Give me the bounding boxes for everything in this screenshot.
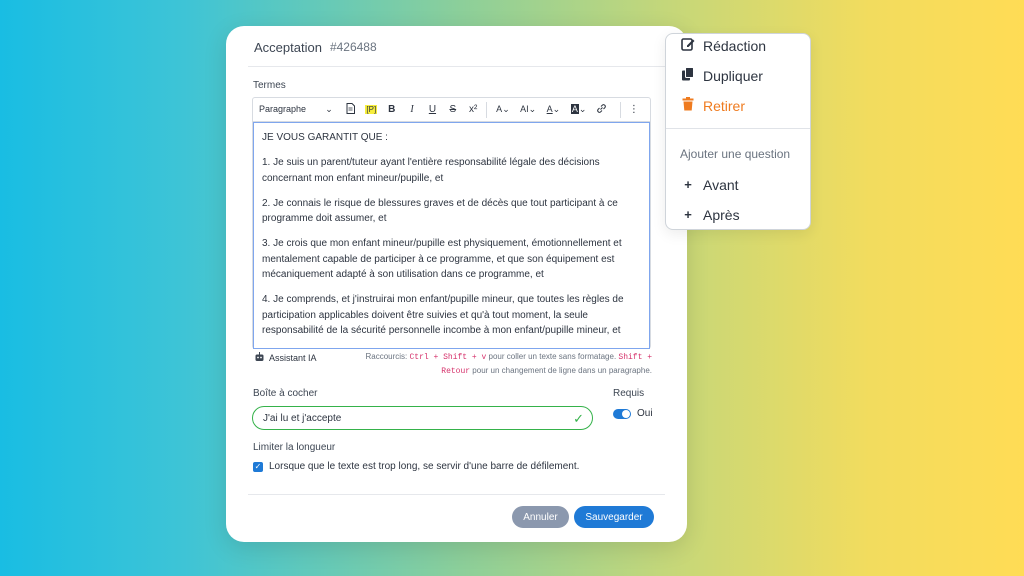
required-value: Oui <box>637 408 653 419</box>
header-divider <box>248 66 687 67</box>
footer-divider <box>248 494 665 495</box>
terms-label: Termes <box>253 80 286 91</box>
menu-item-add-after[interactable]: + Après <box>681 207 740 223</box>
menu-section-title: Ajouter une question <box>680 147 791 161</box>
toolbar-divider <box>619 101 621 118</box>
menu-item-after-label: Après <box>703 207 740 223</box>
menu-item-add-before[interactable]: + Avant <box>681 177 739 193</box>
placeholder-token-label: [P] <box>365 105 378 114</box>
shortcut-hint: Raccourcis: Ctrl + Shift + v pour coller… <box>352 350 652 378</box>
edit-icon <box>681 37 695 54</box>
menu-item-edit[interactable]: Rédaction <box>681 37 766 54</box>
shortcut-prefix: Raccourcis: <box>365 352 410 361</box>
plus-icon: + <box>684 177 692 192</box>
save-button[interactable]: Sauvegarder <box>574 506 654 528</box>
copy-icon <box>681 67 695 84</box>
content-paragraph: JE VOUS GARANTIT QUE : <box>262 132 388 143</box>
font-family-label: AI <box>520 104 529 114</box>
checkbox-text-value: J'ai lu et j'accepte <box>263 412 342 424</box>
checkbox-label: Boîte à cocher <box>253 388 318 399</box>
background-color-button[interactable]: A⌄ <box>566 104 591 115</box>
checkbox-text-input[interactable]: J'ai lu et j'accepte ✓ <box>252 406 593 430</box>
shortcut-mid: pour coller un texte sans formatage. <box>486 352 619 361</box>
rich-text-editor: Paragraphe ⌄ [P] B I U S x² A⌄ AI⌄ A⌄ A⌄… <box>252 97 651 349</box>
more-options-button[interactable]: ⋮ <box>624 104 644 115</box>
limit-option: ✓ Lorsque que le texte est trop long, se… <box>253 461 579 472</box>
check-icon: ✓ <box>573 411 584 426</box>
menu-item-remove-label: Retirer <box>703 97 746 114</box>
question-card: Acceptation #426488 Termes Paragraphe ⌄ … <box>226 26 687 542</box>
required-toggle[interactable] <box>613 408 631 419</box>
plus-icon: + <box>684 207 692 222</box>
content-paragraph: 4. Je comprends, et j'instruirai mon enf… <box>262 294 624 336</box>
italic-button[interactable]: I <box>402 104 422 115</box>
background-color-label: A <box>570 104 579 114</box>
cancel-button[interactable]: Annuler <box>512 506 569 528</box>
font-size-label: A <box>496 104 503 114</box>
card-header: Acceptation #426488 <box>226 26 687 68</box>
menu-item-duplicate-label: Dupliquer <box>703 67 763 84</box>
strikethrough-button[interactable]: S <box>443 104 463 115</box>
shortcut-suffix: pour un changement de ligne dans un para… <box>470 366 652 375</box>
content-paragraph: 2. Je connais le risque de blessures gra… <box>262 197 618 225</box>
trash-icon <box>681 97 695 114</box>
menu-item-remove[interactable]: Retirer <box>681 97 745 114</box>
ai-assistant-button[interactable]: Assistant IA <box>254 352 317 364</box>
chevron-down-icon: ⌄ <box>325 104 333 114</box>
font-family-button[interactable]: AI⌄ <box>516 104 541 115</box>
editor-toolbar: Paragraphe ⌄ [P] B I U S x² A⌄ AI⌄ A⌄ A⌄… <box>253 98 650 122</box>
superscript-button[interactable]: x² <box>463 104 483 115</box>
shortcut-code-paste: Ctrl + Shift + v <box>409 353 487 362</box>
required-toggle-group: Oui <box>613 408 653 419</box>
limit-label: Limiter la longueur <box>253 442 336 453</box>
text-color-button[interactable]: A⌄ <box>541 104 566 115</box>
content-paragraph: 3. Je crois que mon enfant mineur/pupill… <box>262 238 622 280</box>
paragraph-select[interactable]: Paragraphe ⌄ <box>259 104 341 115</box>
underline-button[interactable]: U <box>422 104 442 115</box>
scroll-option-label: Lorsque que le texte est trop long, se s… <box>269 461 580 472</box>
bold-button[interactable]: B <box>382 104 402 115</box>
document-icon[interactable] <box>341 102 361 117</box>
ai-assistant-label: Assistant IA <box>269 353 317 363</box>
font-size-button[interactable]: A⌄ <box>490 104 515 115</box>
toolbar-divider <box>486 101 488 118</box>
menu-item-edit-label: Rédaction <box>703 37 767 54</box>
paragraph-select-label: Paragraphe <box>259 104 307 114</box>
menu-item-before-label: Avant <box>703 177 739 193</box>
card-title: Acceptation <box>254 39 322 55</box>
editor-content[interactable]: JE VOUS GARANTIT QUE : 1. Je suis un par… <box>253 122 650 349</box>
link-icon[interactable] <box>591 103 611 117</box>
scroll-checkbox[interactable]: ✓ <box>253 461 263 472</box>
ticket-number: #426488 <box>329 40 377 54</box>
required-label: Requis <box>613 388 645 399</box>
placeholder-token-button[interactable]: [P] <box>361 104 381 115</box>
robot-icon <box>254 352 265 364</box>
content-paragraph: 1. Je suis un parent/tuteur ayant l'enti… <box>262 157 600 184</box>
text-color-label: A <box>546 104 553 114</box>
menu-item-duplicate[interactable]: Dupliquer <box>681 67 763 84</box>
menu-divider <box>666 128 810 129</box>
context-menu: Rédaction Dupliquer Retirer Ajouter une … <box>665 33 811 230</box>
